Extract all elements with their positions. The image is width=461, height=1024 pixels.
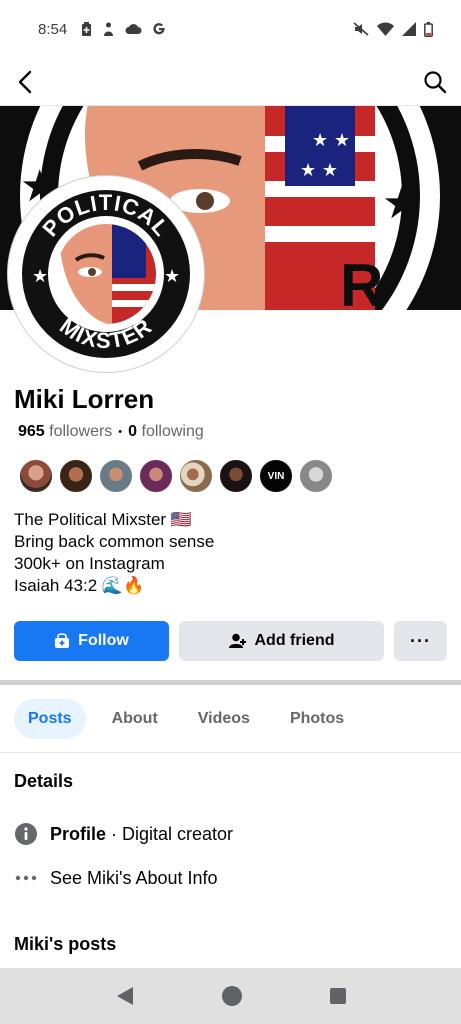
- signal-icon: [402, 22, 416, 36]
- svg-text:R: R: [340, 252, 383, 310]
- profile-name: Miki Lorren: [14, 384, 155, 414]
- friend-avatar[interactable]: [18, 458, 54, 494]
- friend-avatar[interactable]: [138, 458, 174, 494]
- follow-button[interactable]: Follow: [14, 621, 169, 661]
- add-friend-button[interactable]: Add friend: [179, 621, 384, 661]
- profile-tabs: Posts About Videos Photos: [14, 699, 358, 739]
- profile-label: Profile: [50, 823, 107, 844]
- mute-icon: [353, 22, 369, 36]
- top-app-bar: [0, 58, 461, 106]
- follow-icon: [55, 633, 70, 648]
- tab-videos[interactable]: Videos: [184, 699, 264, 739]
- follow-label: Follow: [78, 632, 129, 649]
- profile-stats: 965 followers • 0 following: [18, 423, 204, 441]
- friend-avatar[interactable]: [58, 458, 94, 494]
- bio-line: Isaiah 43:2 🌊🔥: [14, 576, 145, 595]
- following-count: 0: [128, 423, 138, 440]
- details-title: Details: [14, 771, 74, 791]
- tab-about[interactable]: About: [98, 699, 172, 739]
- wifi-icon: [377, 22, 394, 36]
- section-divider: [0, 680, 461, 685]
- more-options-button[interactable]: ···: [394, 621, 447, 661]
- profile-bio: The Political Mixster 🇺🇸 Bring back comm…: [14, 509, 214, 597]
- search-icon: [424, 70, 447, 93]
- friend-avatar[interactable]: [218, 458, 254, 494]
- svg-text:★: ★: [382, 178, 421, 229]
- friend-avatar[interactable]: [178, 458, 214, 494]
- tab-posts[interactable]: Posts: [14, 699, 86, 739]
- more-dots-icon: [15, 875, 37, 881]
- add-person-icon: [228, 633, 246, 648]
- battery-icon: [424, 21, 433, 37]
- tabs-divider: [0, 752, 461, 753]
- svg-text:★: ★: [164, 266, 180, 287]
- status-icons-right: [353, 21, 433, 37]
- see-about-info-link[interactable]: See Miki's About Info: [50, 868, 218, 889]
- google-icon: [153, 23, 165, 35]
- see-about-info-row[interactable]: See Miki's About Info: [14, 866, 218, 890]
- bio-line: 300k+ on Instagram: [14, 554, 165, 573]
- nav-back-icon[interactable]: [115, 986, 135, 1006]
- nav-home-icon[interactable]: [221, 985, 243, 1007]
- info-icon: [15, 823, 37, 845]
- following-link[interactable]: 0 following: [128, 423, 204, 441]
- bio-line: The Political Mixster 🇺🇸: [14, 510, 192, 529]
- friend-avatar[interactable]: [98, 458, 134, 494]
- friend-avatar-vin[interactable]: VIN: [258, 458, 294, 494]
- status-time: 8:54: [38, 20, 68, 38]
- profile-actions: Follow Add friend ···: [14, 621, 448, 661]
- battery-saver-icon: [82, 21, 92, 36]
- search-button[interactable]: [423, 70, 447, 94]
- followers-label: followers: [49, 423, 113, 440]
- followers-link[interactable]: 965 followers: [18, 423, 112, 441]
- profile-avatar[interactable]: POLITICAL MIXSTER ★ ★: [8, 176, 204, 372]
- back-arrow-icon: [18, 70, 32, 93]
- cloud-icon: [125, 24, 142, 34]
- svg-text:★: ★: [32, 266, 48, 287]
- vin-logo-text: VIN: [267, 470, 285, 482]
- status-bar: 8:54: [0, 0, 461, 58]
- svg-text:★ ★: ★ ★: [312, 130, 350, 151]
- profile-category-row: Profile · Digital creator: [14, 822, 233, 846]
- profile-value: · Digital creator: [106, 823, 234, 844]
- stats-separator: •: [118, 426, 123, 438]
- bio-line: Bring back common sense: [14, 532, 215, 551]
- friend-avatars[interactable]: VIN: [18, 458, 334, 494]
- profile-category: Profile · Digital creator: [50, 824, 233, 845]
- following-label: following: [141, 423, 204, 440]
- status-icons-left: [81, 21, 166, 37]
- svg-text:★ ★: ★ ★: [300, 160, 338, 181]
- nav-recents-icon[interactable]: [329, 987, 347, 1005]
- back-button[interactable]: [14, 70, 36, 94]
- figure-icon: [104, 22, 114, 36]
- followers-count: 965: [18, 423, 45, 440]
- friend-avatar[interactable]: [298, 458, 334, 494]
- avatar-logo: POLITICAL MIXSTER ★ ★: [13, 181, 199, 367]
- add-friend-label: Add friend: [254, 632, 335, 649]
- posts-title: Miki's posts: [14, 934, 117, 954]
- system-nav-bar: [0, 968, 461, 1024]
- tab-photos[interactable]: Photos: [276, 699, 358, 739]
- more-icon: ···: [410, 630, 431, 651]
